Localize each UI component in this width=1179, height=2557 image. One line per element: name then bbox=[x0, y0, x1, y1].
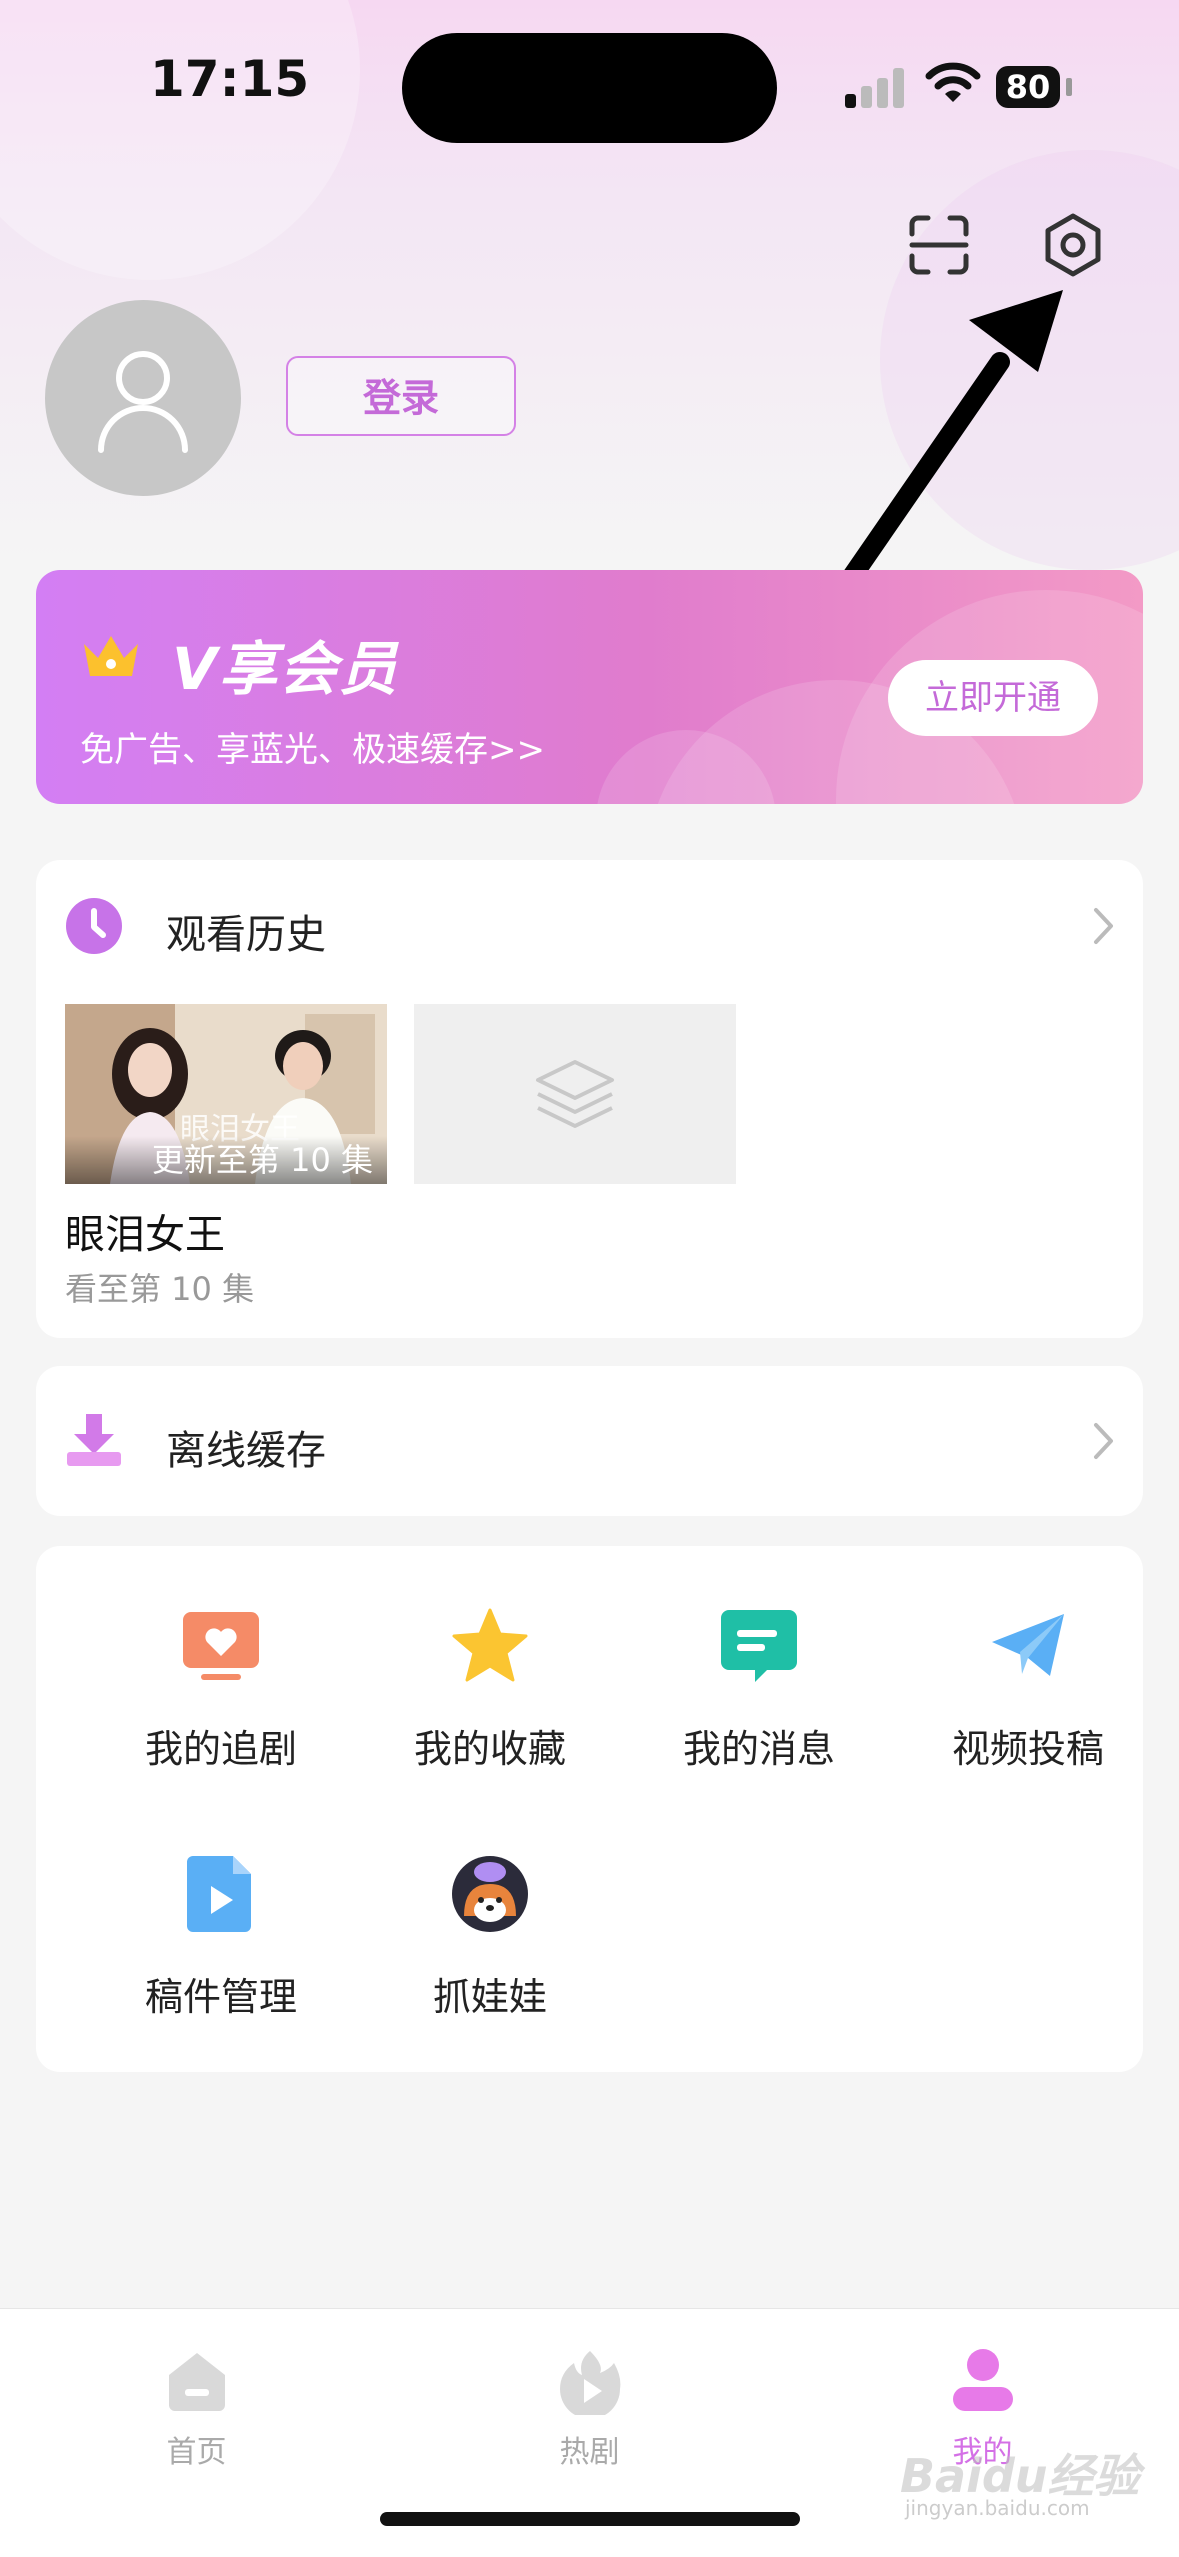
grid-item-my-dramas[interactable]: 我的追剧 bbox=[101, 1606, 341, 1806]
episode-update-caption: 更新至第 10 集 bbox=[65, 1136, 387, 1184]
crown-icon bbox=[84, 636, 138, 676]
star-icon bbox=[452, 1608, 528, 1682]
history-placeholder-thumbnail bbox=[414, 1004, 736, 1184]
chevron-right-icon[interactable] bbox=[1091, 906, 1117, 946]
offline-cache-title: 离线缓存 bbox=[166, 1428, 326, 1474]
tab-hot-dramas[interactable]: 热剧 bbox=[393, 2309, 786, 2479]
home-indicator bbox=[380, 2512, 800, 2526]
tv-heart-icon bbox=[183, 1612, 259, 1680]
tab-home[interactable]: 首页 bbox=[0, 2309, 393, 2479]
home-icon bbox=[169, 2353, 225, 2411]
dynamic-island bbox=[402, 33, 777, 143]
grid-item-claw-machine[interactable]: 抓娃娃 bbox=[370, 1854, 610, 2054]
vip-subtitle: 免广告、享蓝光、极速缓存>> bbox=[80, 730, 545, 770]
grid-item-my-favorites[interactable]: 我的收藏 bbox=[370, 1606, 610, 1806]
layers-icon bbox=[536, 1060, 614, 1128]
grid-label: 我的追剧 bbox=[144, 1727, 297, 1771]
offline-cache-row[interactable]: 离线缓存 bbox=[36, 1366, 1143, 1516]
history-thumbnail[interactable]: 眼泪女王 更新至第 10 集 bbox=[65, 1004, 387, 1184]
settings-gear-icon[interactable] bbox=[1040, 212, 1106, 278]
battery-tip bbox=[1066, 78, 1072, 96]
grid-label: 稿件管理 bbox=[144, 1975, 297, 2019]
login-button[interactable]: 登录 bbox=[286, 356, 516, 436]
video-file-icon bbox=[187, 1856, 251, 1932]
download-icon bbox=[67, 1414, 121, 1466]
default-user-icon bbox=[98, 351, 188, 453]
grid-label: 我的收藏 bbox=[413, 1727, 566, 1771]
watch-history-card: 观看历史 眼泪女王 更新至第 10 集 眼泪女王 看至第 10 集 bbox=[36, 860, 1143, 1338]
grid-item-video-submit[interactable]: 视频投稿 bbox=[908, 1606, 1148, 1806]
vip-banner[interactable]: V享会员 免广告、享蓝光、极速缓存>> 立即开通 bbox=[36, 570, 1143, 804]
status-time: 17:15 bbox=[150, 50, 310, 108]
profile-icon bbox=[953, 2349, 1013, 2411]
paper-plane-icon bbox=[992, 1614, 1064, 1676]
watch-history-title[interactable]: 观看历史 bbox=[166, 902, 326, 960]
grid-label: 视频投稿 bbox=[951, 1727, 1104, 1771]
grid-label: 抓娃娃 bbox=[432, 1975, 547, 2019]
history-show-progress: 看至第 10 集 bbox=[65, 1270, 255, 1308]
grid-label: 我的消息 bbox=[682, 1727, 835, 1771]
vip-title: V享会员 bbox=[172, 635, 399, 703]
grid-item-manuscript-manage[interactable]: 稿件管理 bbox=[101, 1854, 341, 2054]
wifi-icon bbox=[925, 62, 981, 102]
grid-item-my-messages[interactable]: 我的消息 bbox=[639, 1606, 879, 1806]
tab-label: 热剧 bbox=[559, 2435, 620, 2470]
tab-label: 首页 bbox=[166, 2435, 227, 2470]
avatar[interactable] bbox=[45, 300, 241, 496]
watermark-url: jingyan.baidu.com bbox=[905, 2496, 1090, 2520]
cellular-signal-icon bbox=[845, 66, 905, 108]
activate-vip-button[interactable]: 立即开通 bbox=[888, 660, 1098, 736]
battery-indicator: 80 bbox=[996, 66, 1060, 108]
flame-play-icon bbox=[560, 2351, 621, 2415]
feature-grid-card: 我的追剧 我的收藏 我的消息 视频投稿 稿件管理 抓娃娃 bbox=[36, 1546, 1143, 2072]
claw-machine-mascot-icon bbox=[452, 1856, 528, 1932]
clock-icon bbox=[66, 898, 122, 954]
scan-icon[interactable] bbox=[908, 214, 970, 276]
history-show-name[interactable]: 眼泪女王 bbox=[65, 1202, 225, 1260]
chevron-right-icon bbox=[1094, 1423, 1113, 1459]
message-icon bbox=[721, 1610, 797, 1682]
